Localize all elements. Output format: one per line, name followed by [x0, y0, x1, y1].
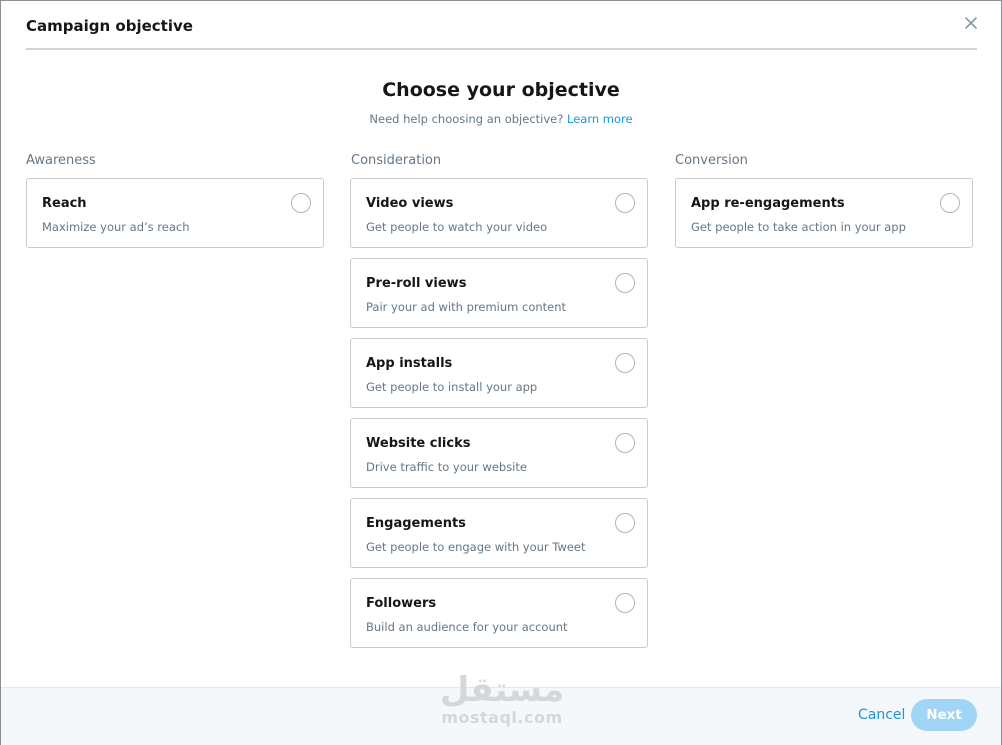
column-title-awareness: Awareness: [26, 153, 96, 168]
objective-description: Get people to install your app: [366, 380, 538, 394]
objective-pre-roll-views[interactable]: Pre-roll views Pair your ad with premium…: [350, 258, 648, 328]
objective-description: Get people to engage with your Tweet: [366, 540, 586, 554]
objective-reach[interactable]: Reach Maximize your ad’s reach: [26, 178, 324, 248]
column-title-consideration: Consideration: [351, 153, 442, 168]
close-icon: [965, 17, 977, 29]
objective-title: App installs: [366, 356, 453, 371]
objective-title: Pre-roll views: [366, 276, 467, 291]
objective-title: Engagements: [366, 516, 466, 531]
objective-video-views[interactable]: Video views Get people to watch your vid…: [350, 178, 648, 248]
objective-description: Drive traffic to your website: [366, 460, 527, 474]
objective-app-installs[interactable]: App installs Get people to install your …: [350, 338, 648, 408]
radio-button[interactable]: [291, 193, 311, 213]
objective-title: Video views: [366, 196, 454, 211]
objective-description: Get people to watch your video: [366, 220, 548, 234]
objective-description: Get people to take action in your app: [691, 220, 906, 234]
radio-button[interactable]: [615, 513, 635, 533]
objective-website-clicks[interactable]: Website clicks Drive traffic to your web…: [350, 418, 648, 488]
radio-button[interactable]: [615, 433, 635, 453]
help-text: Need help choosing an objective? Learn m…: [1, 112, 1001, 126]
objective-description: Build an audience for your account: [366, 620, 568, 634]
objective-title: Website clicks: [366, 436, 471, 451]
objective-title: App re-engagements: [691, 196, 845, 211]
close-button[interactable]: [962, 14, 980, 32]
objective-app-re-engagements[interactable]: App re-engagements Get people to take ac…: [675, 178, 973, 248]
radio-button[interactable]: [615, 593, 635, 613]
modal-dialog: Campaign objective Choose your objective…: [0, 0, 1002, 745]
objective-title: Followers: [366, 596, 437, 611]
radio-button[interactable]: [615, 273, 635, 293]
cancel-button[interactable]: Cancel: [858, 707, 905, 723]
radio-button[interactable]: [615, 193, 635, 213]
modal-title: Campaign objective: [26, 17, 193, 35]
page-title: Choose your objective: [382, 79, 620, 101]
objective-title: Reach: [42, 196, 87, 211]
help-prompt: Need help choosing an objective?: [369, 112, 564, 126]
objective-description: Maximize your ad’s reach: [42, 220, 190, 234]
watermark-latin: mostaql.com: [441, 708, 563, 727]
column-title-conversion: Conversion: [675, 153, 748, 168]
radio-button[interactable]: [615, 353, 635, 373]
objective-followers[interactable]: Followers Build an audience for your acc…: [350, 578, 648, 648]
watermark-logo: مستقل mostaql.com: [438, 671, 566, 727]
objective-engagements[interactable]: Engagements Get people to engage with yo…: [350, 498, 648, 568]
header-divider: [26, 48, 977, 50]
radio-button[interactable]: [940, 193, 960, 213]
watermark-arabic: مستقل: [439, 670, 565, 710]
learn-more-link[interactable]: Learn more: [567, 112, 633, 126]
next-button[interactable]: Next: [911, 699, 977, 731]
objective-description: Pair your ad with premium content: [366, 300, 567, 314]
